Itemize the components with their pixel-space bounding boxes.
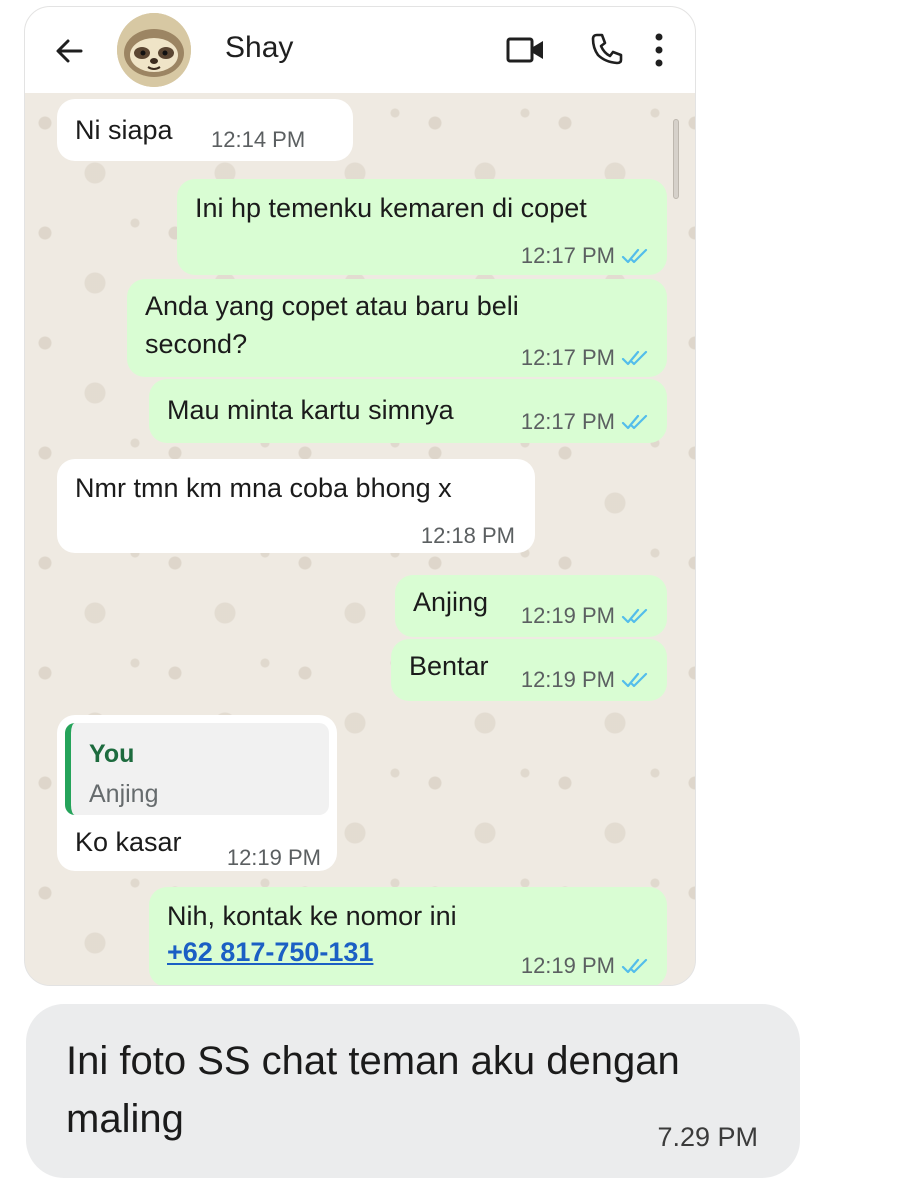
read-receipt-icon bbox=[621, 248, 648, 264]
chat-header: Shay bbox=[25, 7, 695, 93]
phone-icon[interactable] bbox=[589, 31, 625, 67]
message-text: Nmr tmn km mna coba bhong x bbox=[75, 473, 452, 503]
read-receipt-icon bbox=[621, 414, 648, 430]
message-outgoing[interactable]: Bentar 12:19 PM bbox=[391, 639, 667, 701]
quoted-message[interactable]: You Anjing bbox=[65, 723, 329, 815]
message-meta: 12:17 PM bbox=[521, 403, 651, 441]
message-time: 12:19 PM bbox=[520, 667, 615, 692]
outer-message-bubble[interactable]: Ini foto SS chat teman aku dengan maling… bbox=[26, 1004, 800, 1178]
message-outgoing[interactable]: Ini hp temenku kemaren di copet 12:17 PM bbox=[177, 179, 667, 275]
more-vertical-icon[interactable] bbox=[647, 31, 671, 69]
message-text-line-1: Anda yang copet atau baru beli bbox=[145, 291, 519, 321]
message-text: Ni siapa bbox=[75, 115, 173, 145]
message-time: 12:17 PM bbox=[520, 345, 615, 370]
message-incoming-reply[interactable]: You Anjing Ko kasar 12:19 PM bbox=[57, 715, 337, 871]
message-time: 12:18 PM bbox=[420, 523, 515, 548]
message-time: 12:17 PM bbox=[520, 243, 615, 268]
avatar[interactable] bbox=[117, 13, 191, 87]
message-time: 12:14 PM bbox=[211, 127, 306, 152]
message-text: Anjing bbox=[413, 587, 489, 617]
message-text-line-2: second? bbox=[145, 329, 248, 359]
message-outgoing[interactable]: Mau minta kartu simnya 12:17 PM bbox=[149, 379, 667, 443]
message-meta: 12:17 PM bbox=[521, 237, 651, 275]
message-meta: 12:19 PM bbox=[521, 661, 651, 699]
message-text: Mau minta kartu simnya bbox=[167, 395, 454, 425]
read-receipt-icon bbox=[621, 608, 648, 624]
message-meta: 12:17 PM bbox=[521, 339, 651, 377]
message-meta: 12:19 PM bbox=[227, 839, 321, 877]
message-outgoing[interactable]: Anda yang copet atau baru beli second? 1… bbox=[127, 279, 667, 377]
message-incoming[interactable]: Nmr tmn km mna coba bhong x 12:18 PM bbox=[57, 459, 535, 553]
message-text: Nih, kontak ke nomor ini bbox=[167, 901, 457, 931]
message-meta: 12:19 PM bbox=[521, 597, 651, 635]
contact-name[interactable]: Shay bbox=[225, 31, 293, 65]
video-camera-icon[interactable] bbox=[505, 33, 547, 67]
message-text: Ini hp temenku kemaren di copet bbox=[195, 193, 587, 223]
arrow-left-icon[interactable] bbox=[53, 35, 85, 67]
message-time: 12:17 PM bbox=[520, 409, 615, 434]
message-text: Bentar bbox=[409, 651, 489, 681]
message-time: 12:19 PM bbox=[520, 603, 615, 628]
chat-screenshot: Shay Ni siapa 12:14 PM Ini hp temenku ke… bbox=[24, 6, 696, 986]
message-text: Ko kasar bbox=[75, 827, 182, 857]
message-time: 12:19 PM bbox=[226, 845, 321, 870]
read-receipt-icon bbox=[621, 350, 648, 366]
outer-message-time: 7.29 PM bbox=[657, 1122, 758, 1152]
read-receipt-icon bbox=[621, 958, 648, 974]
scrollbar[interactable] bbox=[673, 119, 679, 199]
message-incoming[interactable]: Ni siapa 12:14 PM bbox=[57, 99, 353, 161]
message-outgoing[interactable]: Anjing 12:19 PM bbox=[395, 575, 667, 637]
message-meta: 12:14 PM bbox=[211, 121, 305, 159]
read-receipt-icon bbox=[621, 672, 648, 688]
phone-number-link[interactable]: +62 817-750-131 bbox=[167, 933, 373, 971]
quoted-text: Anjing bbox=[89, 780, 159, 808]
message-outgoing[interactable]: Nih, kontak ke nomor ini +62 817-750-131… bbox=[149, 887, 667, 985]
sloth-avatar-icon bbox=[117, 13, 191, 87]
quoted-author: You bbox=[89, 740, 135, 768]
message-meta: 12:19 PM bbox=[521, 947, 651, 985]
message-time: 12:19 PM bbox=[520, 953, 615, 978]
message-meta: 12:18 PM bbox=[421, 517, 515, 555]
